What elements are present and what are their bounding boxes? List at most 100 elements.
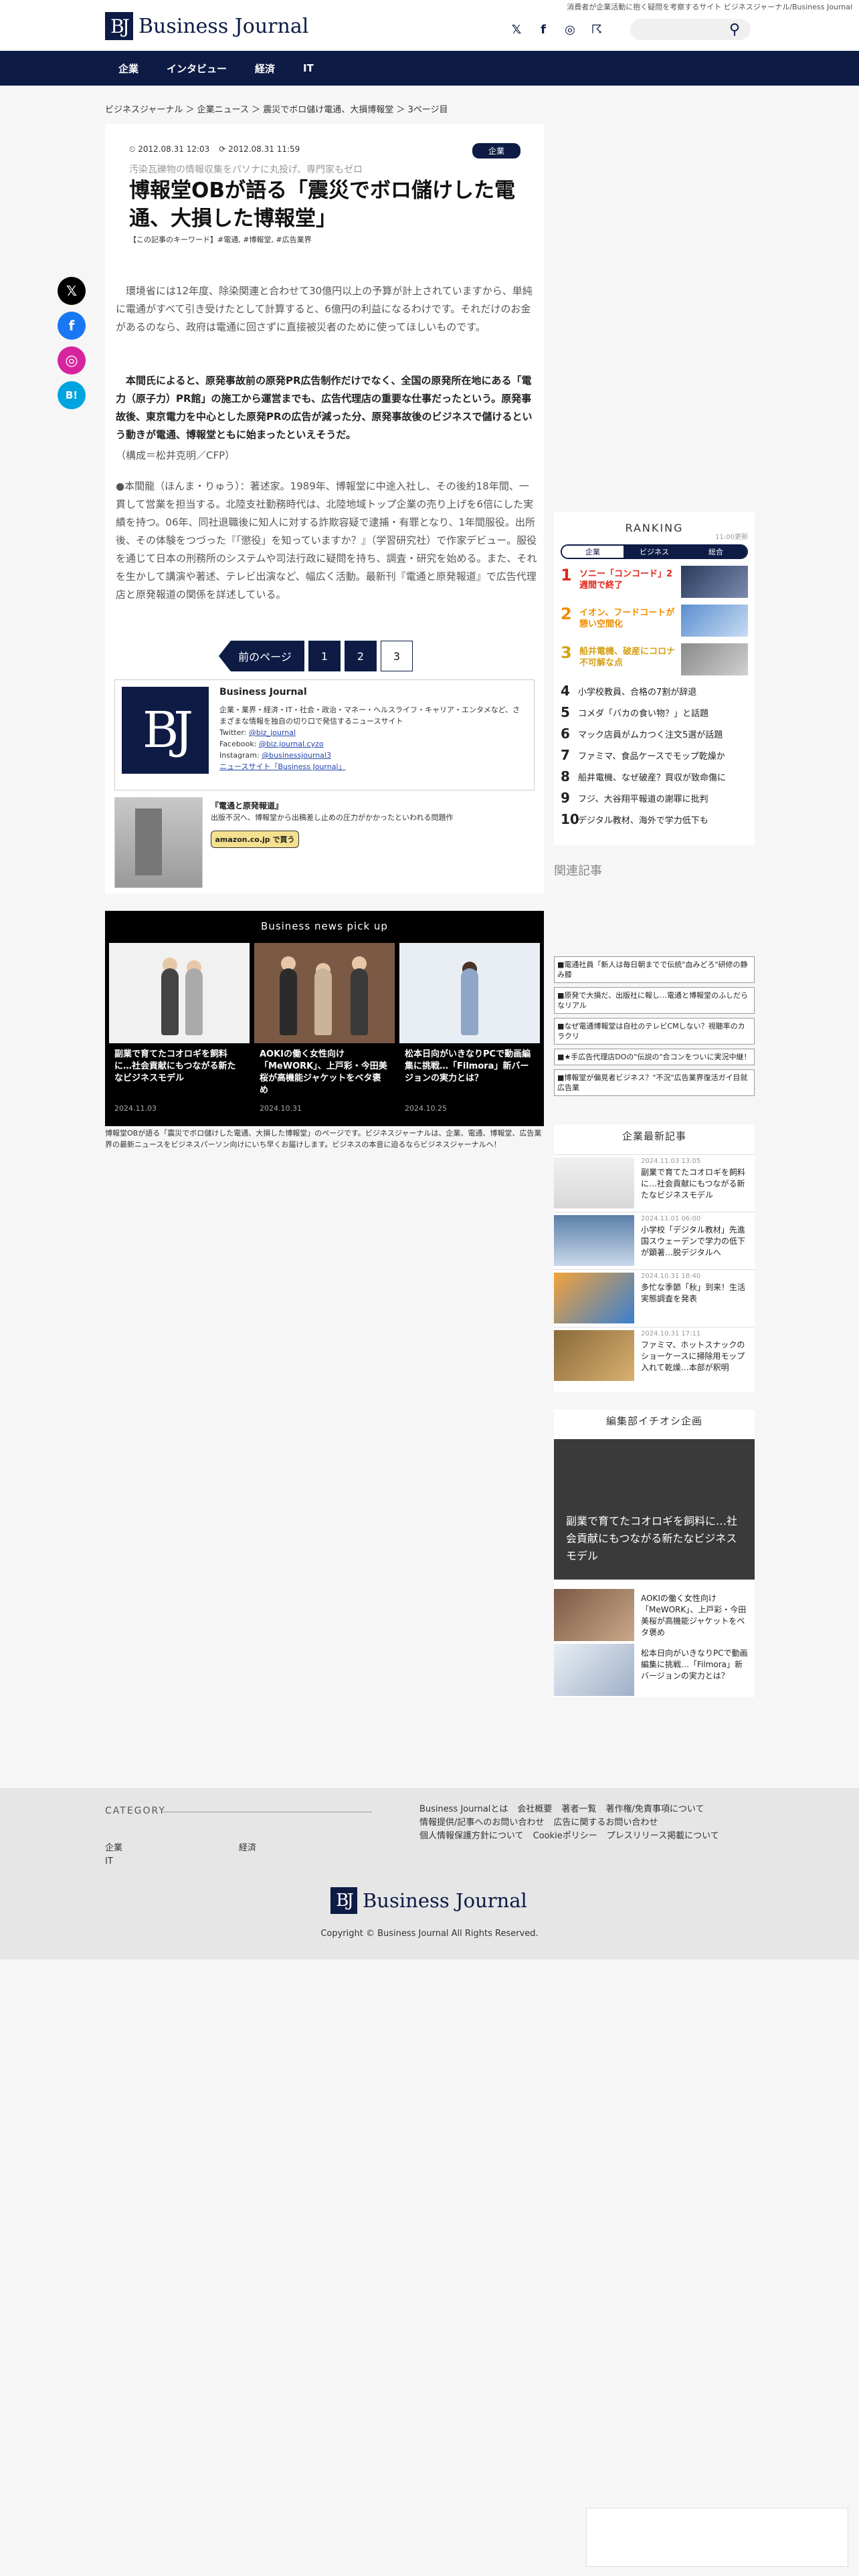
page-description: 博報堂OBが語る「震災でボロ儲けした電通、大損した博報堂」のページです。ビジネス… (105, 1129, 542, 1149)
pickup-card[interactable]: 副業で育てたコオロギを飼料に…社会貢献にもつながる新たなビジネスモデル 2024… (109, 943, 250, 1118)
ranking-item[interactable]: 9 フジ、大谷翔平報道の謝罪に批判 (561, 789, 748, 807)
pickup-title: Business news pick up (261, 920, 388, 932)
author-profile-paragraph: ●本間龍（ほんま・りゅう）：著述家。1989年、博報堂に中途入社し、その後約18… (116, 480, 537, 601)
ranking-thumbnail (681, 566, 748, 598)
footer-link[interactable]: 著者一覧 (561, 1804, 596, 1814)
ranking-item[interactable]: 7 ファミマ、食品ケースでモップ乾燥か (561, 746, 748, 764)
author-instagram-link[interactable]: @businessjournal3 (262, 751, 331, 760)
company-article[interactable]: 2024.10.31 17:11 ファミマ、ホットスナックのショーケースに掃除用… (554, 1327, 755, 1383)
nav-item-company[interactable]: 企業 (118, 62, 138, 76)
x-icon[interactable]: 𝕏 (508, 21, 524, 37)
article-paragraph: 本間氏によると、原発事故前の原発PR広告制作だけでなく、全国の原発所在地にある「… (116, 374, 533, 441)
company-article[interactable]: 2024.11.01 06:00 小学校「デジタル教材」先進国スウェーデンで学力… (554, 1212, 755, 1268)
ranking-item[interactable]: 2 イオン、フードコートが憩い空間化 (561, 605, 748, 641)
logo-mark: BJ (330, 1887, 357, 1914)
book-cover-image[interactable] (114, 797, 203, 888)
author-description: 企業・業界・経済・IT・社会・政治・マネー・ヘルスライフ・キャリア・エンタメなど… (219, 706, 520, 771)
hatena-share-icon[interactable]: B! (58, 381, 86, 409)
footer-category-heading: CATEGORY (105, 1806, 166, 1816)
company-latest-box: 企業最新記事 2024.11.03 13:05 副業で育てたコオロギを飼料に…社… (554, 1125, 755, 1392)
footer-link[interactable]: 個人情報保護方針について (419, 1831, 524, 1841)
search-icon[interactable]: ⚲ (729, 21, 740, 38)
company-article[interactable]: 2024.11.03 13:05 副業で育てたコオロギを飼料に…社会貢献にもつな… (554, 1154, 755, 1210)
editor-picks-box: 編集部イチオシ企画 副業で育てたコオロギを飼料に…社会貢献にもつながる新たなビジ… (554, 1410, 755, 1697)
editor-pick-item[interactable]: AOKIの働く女性向け「MeWORK」、上戸彩・今田美桜が高機能ジャケットをベタ… (554, 1589, 755, 1642)
footer-link[interactable]: Cookieポリシー (533, 1831, 597, 1841)
logo-text: Business Journal (363, 1889, 527, 1912)
footer-link[interactable]: 著作権/免責事項について (605, 1804, 704, 1814)
ranking-item[interactable]: 4 小学校教員、合格の7割が辞退 (561, 682, 748, 700)
footer-link[interactable]: 情報提供/記事へのお問い合わせ (419, 1818, 544, 1828)
footer-category-link[interactable]: IT (105, 1856, 113, 1866)
ranking-item[interactable]: 6 マック店員がムカつく注文5選が話題 (561, 725, 748, 742)
ranking-item[interactable]: 10 デジタル教材、海外で学力低下も (561, 811, 748, 828)
ranking-item[interactable]: 1 ソニー「コンコード」2週間で終了 (561, 566, 748, 602)
nav-item-interview[interactable]: インタビュー (167, 62, 227, 76)
pickup-text: 松本日向がいきなりPCで動画編集に挑戦…「Filmora」新バージョンの実力とは… (405, 1049, 531, 1083)
page-2-link[interactable]: 2 (345, 641, 377, 671)
footer-links: Business Journalとは 会社概要 著者一覧 著作権/免責事項について 情… (419, 1803, 761, 1843)
site-logo[interactable]: BJ Business Journal (105, 12, 308, 40)
ranking-tabs: 企業 ビジネス 総合 (561, 544, 748, 559)
page-3-current: 3 (381, 641, 413, 671)
related-link[interactable]: ■原発で大損だ、出版社に報し…電通と博報堂のふしだらなリアル (554, 987, 755, 1014)
amazon-buy-button[interactable]: amazon.co.jp で買う (211, 831, 299, 848)
ranking-box: RANKING 11:00更新 企業 ビジネス 総合 1 ソニー「コンコード」2… (554, 512, 755, 845)
share-buttons: 𝕏 f ◎ B! (58, 277, 86, 409)
floating-ad-box[interactable] (586, 2508, 848, 2567)
footer-link[interactable]: プレスリリース掲載について (607, 1831, 719, 1841)
book-title[interactable]: 『電通と原発報道』 (211, 800, 283, 811)
pickup-section: Business news pick up 副業で育てたコオロギを飼料に…社会貢… (105, 911, 544, 1126)
pagination: 前のページ 1 2 3 (219, 641, 413, 671)
category-badge[interactable]: 企業 (472, 143, 521, 158)
author-site-link[interactable]: ニュースサイト「Business Journal」 (219, 762, 346, 771)
book-promo: 『電通と原発報道』 出版不況へ、博報堂から出稿差し止めの圧力がかかったといわれる… (114, 797, 535, 891)
footer-link[interactable]: Business Journalとは (419, 1804, 508, 1814)
page-1-link[interactable]: 1 (308, 641, 341, 671)
article-thumbnail (554, 1589, 634, 1641)
facebook-icon[interactable]: f (535, 21, 551, 37)
author-facebook-link[interactable]: @biz.journal.cyzo (259, 740, 324, 748)
breadcrumb[interactable]: ビジネスジャーナル ＞ 企業ニュース ＞ 震災でボロ儲け電通、大損博報堂 ＞ 3… (105, 102, 448, 115)
prev-page-button[interactable]: 前のページ (219, 641, 304, 671)
pickup-card[interactable]: 松本日向がいきなりPCで動画編集に挑戦…「Filmora」新バージョンの実力とは… (399, 943, 540, 1118)
instagram-share-icon[interactable]: ◎ (58, 346, 86, 374)
editor-pick-item[interactable]: 松本日向がいきなりPCで動画編集に挑戦…「Filmora」新バージョンの実力とは… (554, 1644, 755, 1697)
pickup-image (399, 943, 540, 1043)
rss-icon[interactable]: ☈ (589, 21, 605, 37)
ranking-thumbnail (681, 605, 748, 637)
instagram-icon[interactable]: ◎ (562, 21, 578, 37)
ranking-tab-overall[interactable]: 総合 (685, 546, 747, 558)
footer-logo[interactable]: BJ Business Journal (330, 1887, 527, 1914)
author-twitter-link[interactable]: @biz_journal (249, 728, 296, 737)
x-share-icon[interactable]: 𝕏 (58, 277, 86, 305)
related-link[interactable]: ■電通社員「新人は毎日朝までで伝統"血みどろ"研修の静み膝 (554, 956, 755, 983)
nav-item-it[interactable]: IT (303, 62, 314, 74)
related-link[interactable]: ■★手広告代理店DOの"伝説の"合コンをついに実況中継！ (554, 1049, 755, 1065)
ranking-tab-company[interactable]: 企業 (562, 546, 624, 558)
ranking-thumbnail (681, 643, 748, 675)
pickup-card[interactable]: AOKIの働く女性向け「MeWORK」、上戸彩・今田美桜が高機能ジャケットをベタ… (254, 943, 395, 1118)
author-name[interactable]: Business Journal (219, 687, 307, 697)
facebook-share-icon[interactable]: f (58, 312, 86, 340)
ranking-item[interactable]: 8 船井電機、なぜ破産？買収が致命傷に (561, 768, 748, 785)
related-link[interactable]: ■博報堂が偏見者ビジネス？"不況"広告業界復活ガイ目就広告業 (554, 1069, 755, 1096)
article-keywords[interactable]: 【この記事のキーワード】#電通, #博報堂, #広告業界 (129, 234, 312, 245)
ranking-item[interactable]: 3 船井電機、破産にコロナ不可解な点 (561, 643, 748, 679)
company-article[interactable]: 2024.10.31 18:40 多忙な季節「秋」到来！生活実態調査を発表 (554, 1269, 755, 1325)
footer-category-link[interactable]: 経済 (239, 1840, 256, 1853)
header-social-links: 𝕏 f ◎ ☈ (508, 21, 605, 37)
editor-hero-card[interactable]: 副業で育てたコオロギを飼料に…社会貢献にもつながる新たなビジネスモデル (554, 1439, 755, 1580)
footer-link[interactable]: 会社概要 (517, 1804, 552, 1814)
ranking-item[interactable]: 5 コメダ「バカの食い物？」と話題 (561, 704, 748, 721)
nav-item-economy[interactable]: 経済 (255, 62, 275, 76)
article-thumbnail (554, 1215, 634, 1266)
footer-link[interactable]: 広告に関するお問い合わせ (553, 1818, 658, 1828)
ranking-tab-business[interactable]: ビジネス (624, 546, 685, 558)
pickup-image (109, 943, 250, 1043)
footer-category-link[interactable]: 企業 (105, 1840, 122, 1853)
footer: CATEGORY 企業 経済 IT Business Journalとは 会社概要… (0, 1788, 859, 1959)
related-heading: 関連記事 (554, 864, 602, 878)
related-link[interactable]: ■なぜ電通博報堂は自社のテレビCMしない？視聴率のカラクリ (554, 1018, 755, 1045)
updated-date: ⟳ 2012.08.31 11:59 (219, 144, 300, 154)
